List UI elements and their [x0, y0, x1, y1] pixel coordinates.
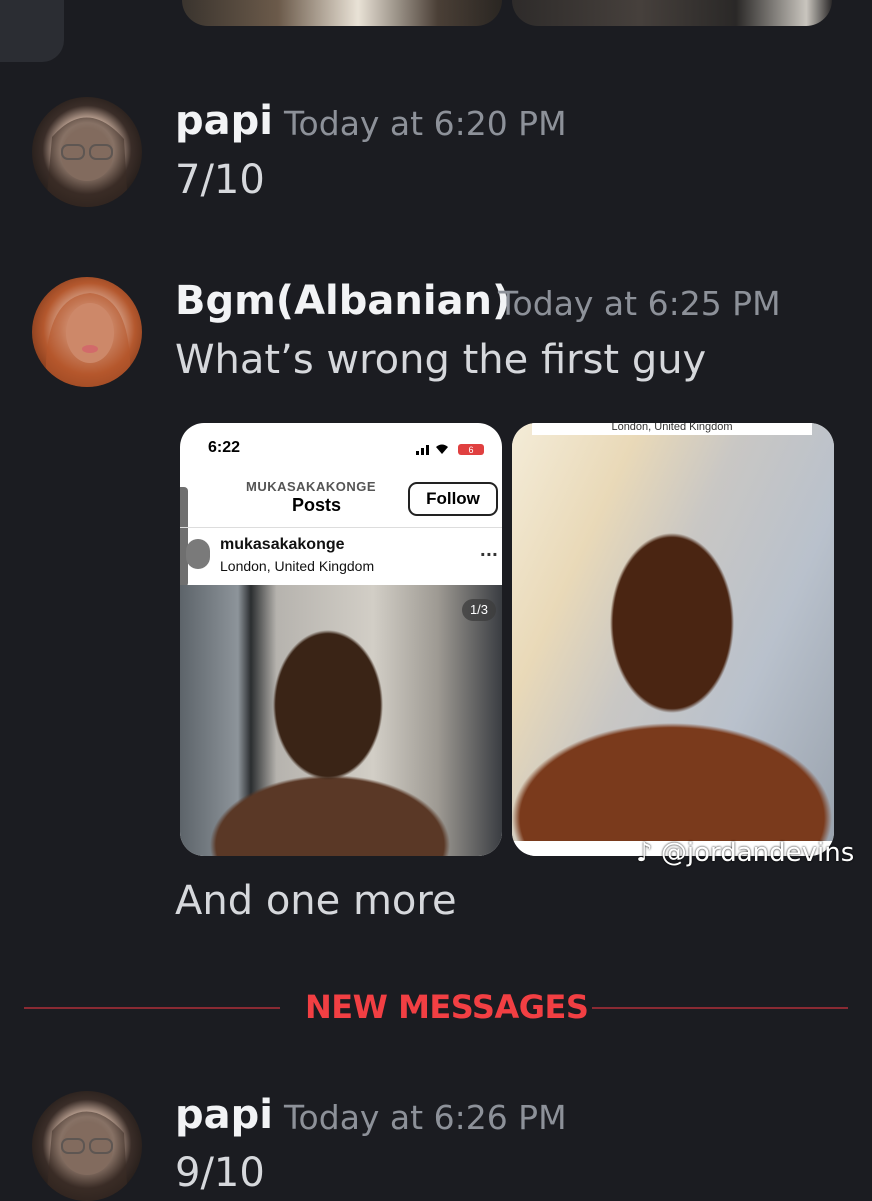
tiktok-icon: ♪ — [636, 838, 653, 868]
avatar[interactable] — [32, 97, 142, 207]
ig-post-avatar — [186, 539, 210, 569]
image-attachment-photo[interactable]: London, United Kingdom — [512, 423, 834, 856]
battery-level: 6 — [468, 445, 473, 455]
avatar[interactable] — [32, 277, 142, 387]
status-bar-icons: 6 — [414, 442, 488, 459]
message-timestamp: Today at 6:26 PM — [284, 1098, 567, 1137]
message-content: What’s wrong the first guy — [175, 337, 707, 383]
new-messages-divider-line — [592, 1007, 848, 1009]
signal-wifi-battery-icon: 6 — [416, 444, 484, 455]
papi-avatar-icon — [46, 1111, 128, 1201]
avatar[interactable] — [32, 1091, 142, 1201]
papi-avatar-icon — [46, 117, 128, 207]
ig-post-photo — [180, 585, 502, 856]
previous-image-attachment[interactable] — [182, 0, 502, 26]
ig-more-icon: ... — [479, 541, 498, 560]
new-messages-divider-line — [24, 1007, 280, 1009]
ig-handle: mukasakakonge — [220, 536, 345, 553]
previous-message-hover-tab — [0, 0, 64, 62]
message-content: 9/10 — [175, 1150, 265, 1196]
ig-divider — [180, 527, 502, 528]
watermark-text: @jordandevins — [660, 838, 855, 868]
selfie-photo — [512, 423, 834, 843]
scroll-handle — [180, 487, 188, 587]
message-author[interactable]: papi — [175, 98, 273, 144]
ig-profile-name: MUKASAKAKONGE — [246, 479, 376, 494]
bgm-avatar-icon — [45, 293, 131, 387]
message-author[interactable]: Bgm(Albanian) — [175, 278, 510, 324]
message-timestamp: Today at 6:20 PM — [284, 104, 567, 143]
ig-follow-button: Follow — [408, 482, 498, 516]
message-content: 7/10 — [175, 157, 265, 203]
message-author[interactable]: papi — [175, 1092, 273, 1138]
image-attachment-instagram[interactable]: 6:22 6 MUKASAKAKONGE Posts Follow mukasa… — [180, 423, 502, 856]
ig-photo-counter: 1/3 — [462, 599, 496, 621]
status-bar-time: 6:22 — [208, 439, 241, 456]
tiktok-watermark: ♪ @jordandevins — [636, 838, 854, 868]
photo-top-caption: London, United Kingdom — [532, 423, 812, 435]
ig-page-title: Posts — [292, 495, 342, 515]
message-content: And one more — [175, 878, 457, 924]
ig-location: London, United Kingdom — [220, 558, 375, 574]
previous-image-attachment[interactable] — [512, 0, 832, 26]
new-messages-label: NEW MESSAGES — [305, 988, 589, 1026]
message-timestamp: Today at 6:25 PM — [498, 284, 781, 323]
